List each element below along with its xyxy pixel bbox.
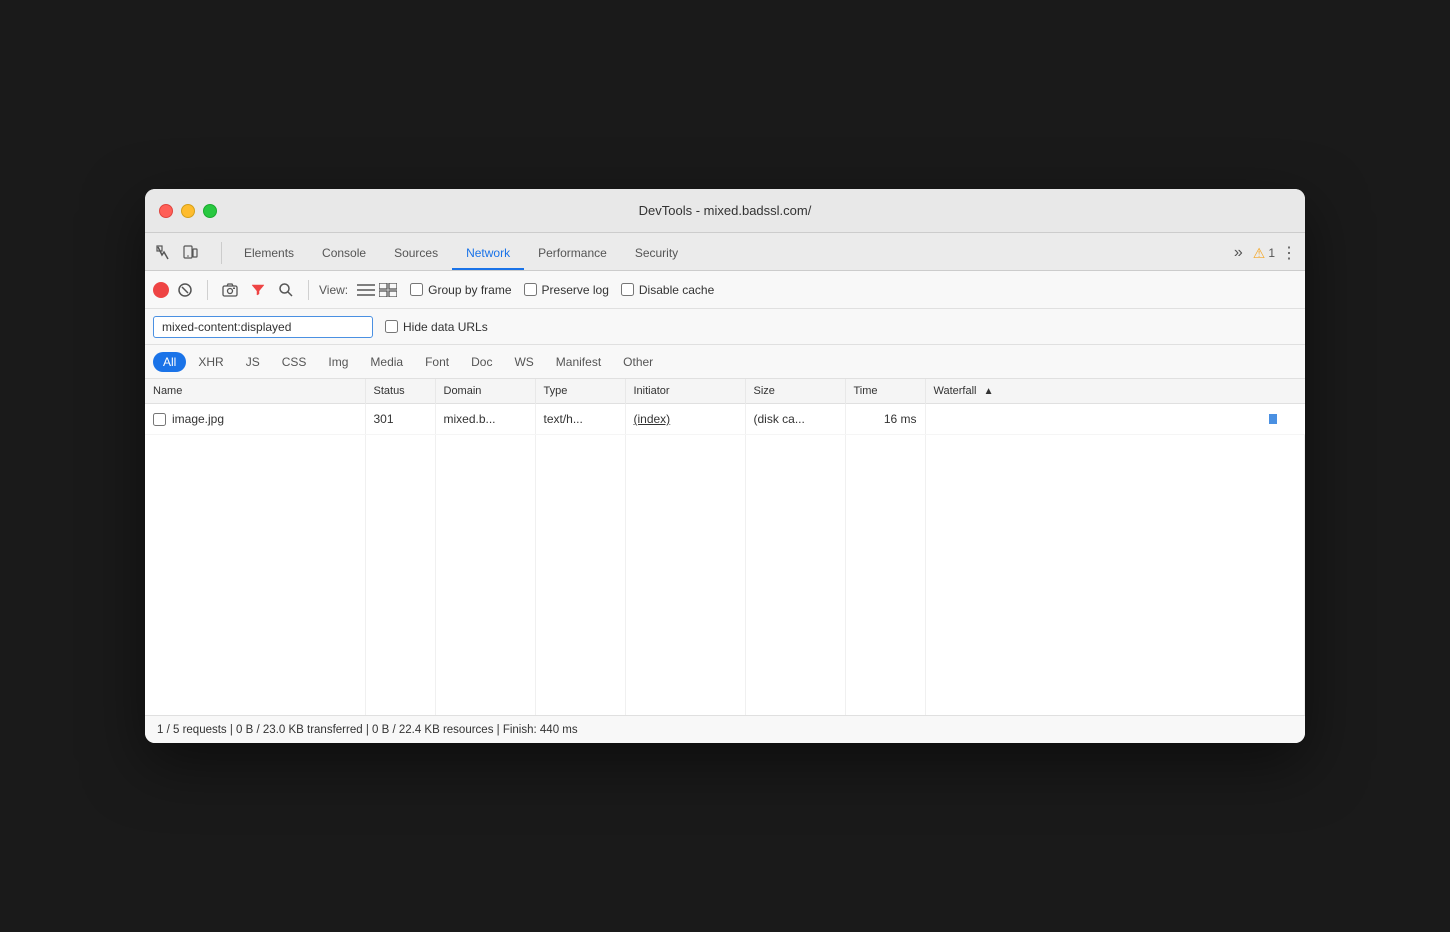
type-filter-all[interactable]: All [153, 352, 186, 372]
row-checkbox[interactable] [153, 413, 166, 426]
tabs-bar: Elements Console Sources Network Perform… [145, 233, 1305, 271]
clear-button[interactable] [173, 278, 197, 302]
type-filter-css[interactable]: CSS [272, 352, 317, 372]
list-view-button[interactable] [356, 280, 376, 300]
tab-sources[interactable]: Sources [380, 238, 452, 270]
disable-cache-checkbox[interactable] [621, 283, 634, 296]
waterfall-bar [934, 409, 1298, 429]
disable-cache-toggle[interactable]: Disable cache [621, 283, 714, 297]
cell-status: 301 [365, 404, 435, 435]
type-filter-js[interactable]: JS [236, 352, 270, 372]
inspector-icon[interactable] [153, 242, 175, 264]
cell-size: (disk ca... [745, 404, 845, 435]
tab-network[interactable]: Network [452, 238, 524, 270]
view-icons [356, 280, 398, 300]
filter-bar: Hide data URLs [145, 309, 1305, 345]
tabs-right: » ⚠ 1 ⋮ [1230, 242, 1297, 270]
group-by-frame-toggle[interactable]: Group by frame [410, 283, 511, 297]
tabs-divider [221, 242, 222, 264]
hide-data-urls-label: Hide data URLs [403, 320, 488, 334]
disable-cache-label: Disable cache [639, 283, 714, 297]
waterfall-fill [1269, 414, 1277, 424]
col-header-name[interactable]: Name [145, 379, 365, 404]
devtools-menu-button[interactable]: ⋮ [1281, 243, 1297, 263]
warning-icon: ⚠ [1253, 245, 1266, 262]
preserve-log-label: Preserve log [542, 283, 609, 297]
col-header-time[interactable]: Time [845, 379, 925, 404]
initiator-link[interactable]: (index) [634, 412, 671, 426]
type-filter-media[interactable]: Media [360, 352, 413, 372]
tab-security[interactable]: Security [621, 238, 692, 270]
minimize-button[interactable] [181, 204, 195, 218]
large-view-button[interactable] [378, 280, 398, 300]
devtools-tools [153, 242, 201, 270]
type-filter-font[interactable]: Font [415, 352, 459, 372]
group-by-frame-label: Group by frame [428, 283, 511, 297]
type-filter-manifest[interactable]: Manifest [546, 352, 611, 372]
table-row[interactable]: image.jpg 301 mixed.b... text/h... (inde… [145, 404, 1305, 435]
col-header-size[interactable]: Size [745, 379, 845, 404]
type-filter-img[interactable]: Img [318, 352, 358, 372]
filter-button[interactable] [246, 278, 270, 302]
cell-time: 16 ms [845, 404, 925, 435]
title-bar: DevTools - mixed.badssl.com/ [145, 189, 1305, 233]
close-button[interactable] [159, 204, 173, 218]
col-header-type[interactable]: Type [535, 379, 625, 404]
cell-waterfall [925, 404, 1305, 435]
tab-performance[interactable]: Performance [524, 238, 621, 270]
preserve-log-checkbox[interactable] [524, 283, 537, 296]
type-filter-ws[interactable]: WS [504, 352, 543, 372]
warning-badge[interactable]: ⚠ 1 [1253, 245, 1275, 262]
toolbar-divider-1 [207, 280, 208, 300]
network-table-container: Name Status Domain Type Initiator [145, 379, 1305, 715]
col-header-status[interactable]: Status [365, 379, 435, 404]
device-icon[interactable] [179, 242, 201, 264]
search-button[interactable] [274, 278, 298, 302]
cell-domain: mixed.b... [435, 404, 535, 435]
file-name: image.jpg [172, 412, 224, 426]
tab-elements[interactable]: Elements [230, 238, 308, 270]
status-text: 1 / 5 requests | 0 B / 23.0 KB transferr… [157, 724, 578, 736]
table-header: Name Status Domain Type Initiator [145, 379, 1305, 404]
view-label: View: [319, 283, 348, 297]
filter-input[interactable] [153, 316, 373, 338]
group-by-frame-checkbox[interactable] [410, 283, 423, 296]
col-header-waterfall[interactable]: Waterfall ▲ [925, 379, 1305, 404]
record-button[interactable] [153, 282, 169, 298]
col-header-initiator[interactable]: Initiator [625, 379, 745, 404]
col-header-domain[interactable]: Domain [435, 379, 535, 404]
cell-initiator: (index) [625, 404, 745, 435]
camera-button[interactable] [218, 278, 242, 302]
cell-name: image.jpg [145, 404, 365, 435]
status-bar: 1 / 5 requests | 0 B / 23.0 KB transferr… [145, 715, 1305, 743]
maximize-button[interactable] [203, 204, 217, 218]
preserve-log-toggle[interactable]: Preserve log [524, 283, 609, 297]
devtools-window: DevTools - mixed.badssl.com/ Elements [145, 189, 1305, 743]
hide-data-urls-checkbox[interactable] [385, 320, 398, 333]
window-title: DevTools - mixed.badssl.com/ [639, 203, 812, 218]
network-toolbar: View: Group by frame [145, 271, 1305, 309]
hide-data-urls-toggle[interactable]: Hide data URLs [385, 320, 488, 334]
network-table: Name Status Domain Type Initiator [145, 379, 1305, 435]
type-filter-bar: All XHR JS CSS Img Media Font Doc WS Man… [145, 345, 1305, 379]
tab-console[interactable]: Console [308, 238, 380, 270]
cell-type: text/h... [535, 404, 625, 435]
type-filter-doc[interactable]: Doc [461, 352, 502, 372]
traffic-lights [159, 204, 217, 218]
table-body: image.jpg 301 mixed.b... text/h... (inde… [145, 404, 1305, 435]
sort-icon: ▲ [984, 386, 994, 397]
type-filter-xhr[interactable]: XHR [188, 352, 233, 372]
warning-count: 1 [1268, 246, 1275, 260]
type-filter-other[interactable]: Other [613, 352, 663, 372]
empty-rows [145, 435, 1305, 715]
more-tabs-button[interactable]: » [1230, 242, 1247, 264]
toolbar-divider-2 [308, 280, 309, 300]
